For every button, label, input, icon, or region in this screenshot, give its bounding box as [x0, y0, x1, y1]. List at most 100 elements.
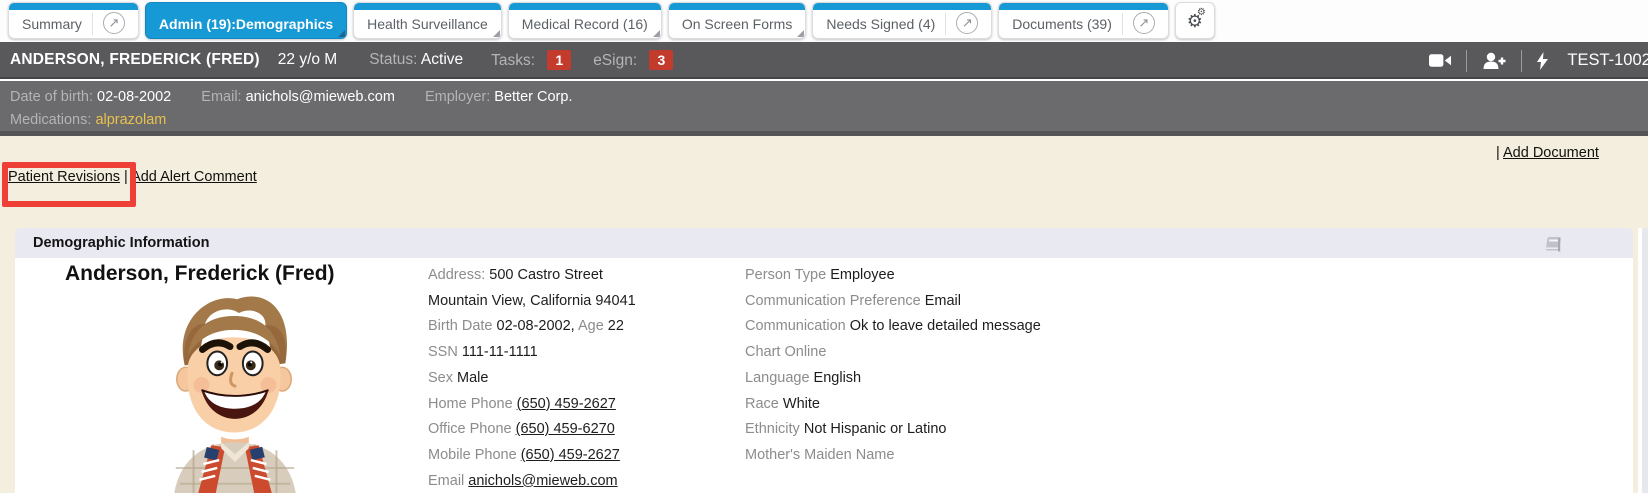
- communication-label: Communication: [745, 318, 846, 334]
- ssn-label: SSN: [428, 344, 458, 360]
- email-field-label: Email: [428, 473, 464, 489]
- mobile-phone-label: Mobile Phone: [428, 447, 517, 463]
- tab-health-surveillance-label: Health Surveillance: [367, 16, 488, 32]
- email-link[interactable]: anichols@mieweb.com: [468, 473, 617, 489]
- ethnicity-value: Not Hispanic or Latino: [804, 421, 947, 437]
- field-row-sex: Sex Male: [428, 366, 636, 392]
- age-value: 22: [608, 318, 624, 334]
- race-label: Race: [745, 396, 779, 412]
- lightning-icon[interactable]: [1536, 52, 1549, 70]
- office-phone-label: Office Phone: [428, 421, 512, 437]
- field-row-home-phone: Home Phone (650) 459-2627: [428, 392, 636, 418]
- popout-arrow-icon[interactable]: ↗: [103, 12, 125, 34]
- mobile-phone-link[interactable]: (650) 459-2627: [521, 447, 620, 463]
- email-label: Email:: [201, 89, 241, 105]
- gear-small-icon: ⚙: [1197, 8, 1206, 18]
- field-row-race: Race White: [745, 392, 1041, 418]
- chart-tab-bar: Summary ↗ Admin (19):Demographics Health…: [0, 0, 1648, 41]
- person-add-icon[interactable]: [1481, 52, 1507, 70]
- workspace: | Add Document Patient Revisions | Add A…: [0, 136, 1648, 493]
- field-row-birth-date: Birth Date 02-08-2002, Age 22: [428, 314, 636, 340]
- office-phone-link[interactable]: (650) 459-6270: [516, 421, 615, 437]
- email-value: anichols@mieweb.com: [246, 89, 395, 105]
- tab-summary-label: Summary: [22, 16, 82, 32]
- comm-preference-value: Email: [925, 293, 961, 309]
- field-row-mobile-phone: Mobile Phone (650) 459-2627: [428, 443, 636, 469]
- status-value: Active: [421, 51, 463, 68]
- home-phone-label: Home Phone: [428, 396, 513, 412]
- add-document-link[interactable]: Add Document: [1503, 145, 1599, 161]
- tab-on-screen-forms[interactable]: On Screen Forms: [668, 2, 806, 39]
- tab-admin-demographics[interactable]: Admin (19):Demographics: [145, 2, 347, 39]
- address-value-line1: 500 Castro Street: [489, 267, 603, 283]
- tab-documents[interactable]: Documents (39) ↗: [998, 2, 1169, 39]
- tab-medical-record[interactable]: Medical Record (16): [508, 2, 662, 39]
- tab-on-screen-forms-label: On Screen Forms: [682, 16, 792, 32]
- links-separator: |: [120, 169, 131, 185]
- dob-label: Date of birth:: [10, 89, 93, 105]
- add-document-prefix: |: [1496, 145, 1503, 161]
- tasks-count-badge[interactable]: 1: [547, 50, 571, 70]
- address-label: Address:: [428, 267, 485, 283]
- language-value: English: [814, 370, 862, 386]
- sex-label: Sex: [428, 370, 453, 386]
- field-row-chart-online: Chart Online: [745, 340, 1041, 366]
- journal-book-icon[interactable]: [1542, 235, 1563, 258]
- chart-id: TEST-10025: [1567, 51, 1648, 70]
- app-window: Summary ↗ Admin (19):Demographics Health…: [0, 0, 1648, 493]
- add-alert-comment-link[interactable]: Add Alert Comment: [131, 169, 257, 185]
- patient-action-links: Patient Revisions | Add Alert Comment: [8, 169, 257, 185]
- birth-date-label: Birth Date: [428, 318, 492, 334]
- chart-online-label: Chart Online: [745, 344, 826, 360]
- toolbar-divider: [1521, 50, 1522, 72]
- field-row-email: Email anichols@mieweb.com: [428, 469, 636, 493]
- employer-value: Better Corp.: [494, 89, 572, 105]
- dob-value: 02-08-2002: [97, 89, 171, 105]
- field-row-office-phone: Office Phone (650) 459-6270: [428, 417, 636, 443]
- video-camera-icon[interactable]: [1429, 53, 1452, 68]
- patient-revisions-link[interactable]: Patient Revisions: [8, 169, 120, 185]
- medications-value[interactable]: alprazolam: [95, 112, 166, 128]
- esign-count-badge[interactable]: 3: [649, 50, 673, 70]
- field-row-mothers-maiden-name: Mother's Maiden Name: [745, 443, 1041, 469]
- settings-gear-button[interactable]: ⚙ ⚙: [1175, 2, 1215, 39]
- tab-summary[interactable]: Summary ↗: [8, 2, 139, 39]
- employer-label: Employer:: [425, 89, 490, 105]
- patient-header-bar: ANDERSON, FREDERICK (FRED) 22 y/o M Stat…: [0, 42, 1648, 79]
- patient-full-name: Anderson, Frederick (Fred): [65, 262, 335, 286]
- comm-preference-label: Communication Preference: [745, 293, 921, 309]
- tab-health-surveillance[interactable]: Health Surveillance: [353, 2, 502, 39]
- field-row-address2: Mountain View, California 94041: [428, 289, 636, 315]
- field-row-comm-preference: Communication Preference Email: [745, 289, 1041, 315]
- birth-date-value: 02-08-2002,: [497, 318, 575, 334]
- address-value-line2: Mountain View, California 94041: [428, 293, 636, 309]
- tab-needs-signed[interactable]: Needs Signed (4) ↗: [812, 2, 992, 39]
- ssn-value: 111-11-1111: [462, 344, 538, 360]
- patient-avatar: [160, 286, 308, 493]
- person-type-value: Employee: [830, 267, 894, 283]
- popout-arrow-icon[interactable]: ↗: [1133, 12, 1155, 34]
- communication-value: Ok to leave detailed message: [850, 318, 1041, 334]
- tab-documents-label: Documents (39): [1012, 16, 1112, 32]
- status-label: Status:: [369, 51, 417, 68]
- home-phone-link[interactable]: (650) 459-2627: [517, 396, 616, 412]
- age-label: Age: [578, 318, 604, 334]
- sex-value: Male: [457, 370, 488, 386]
- tab-admin-label: Admin (19):Demographics: [159, 16, 333, 32]
- toolbar-divider: [1466, 50, 1467, 72]
- field-row-ssn: SSN 111-11-1111: [428, 340, 636, 366]
- person-type-label: Person Type: [745, 267, 826, 283]
- field-row-person-type: Person Type Employee: [745, 263, 1041, 289]
- vertical-scrollbar[interactable]: [1638, 228, 1648, 493]
- field-row-language: Language English: [745, 366, 1041, 392]
- add-document-row: | Add Document: [1496, 145, 1599, 161]
- patient-info-bar: Date of birth: 02-08-2002 Email: anichol…: [0, 81, 1648, 136]
- medications-label: Medications:: [10, 112, 91, 128]
- tab-inner-divider: [945, 13, 946, 35]
- field-row-communication: Communication Ok to leave detailed messa…: [745, 314, 1041, 340]
- tab-inner-divider: [1122, 13, 1123, 35]
- panel-title: Demographic Information: [33, 235, 209, 251]
- patient-age-sex: 22 y/o M: [278, 51, 337, 69]
- popout-arrow-icon[interactable]: ↗: [956, 12, 978, 34]
- tab-needs-signed-label: Needs Signed (4): [826, 16, 935, 32]
